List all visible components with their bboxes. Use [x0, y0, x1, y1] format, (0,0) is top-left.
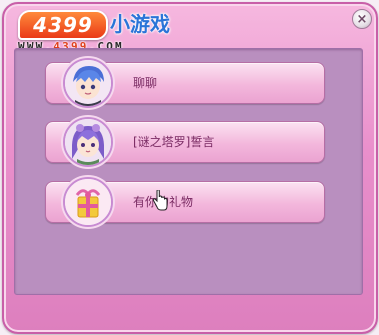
purple-hair-girl-icon [63, 117, 113, 167]
blue-hair-boy-icon [63, 58, 113, 108]
dialog-window: 4399 小游戏 WWW.4399.COM × 聊聊 [谜之塔罗]誓言 [2, 2, 378, 334]
options-panel: 聊聊 [谜之塔罗]誓言 [14, 48, 363, 295]
option-chat[interactable]: 聊聊 [45, 58, 325, 108]
hand-cursor-icon [152, 189, 168, 212]
option-label: [谜之塔罗]誓言 [133, 135, 215, 149]
option-tarot-vow[interactable]: [谜之塔罗]誓言 [45, 117, 325, 167]
option-gift[interactable]: 有你的礼物 [45, 177, 325, 227]
close-button[interactable]: × [352, 9, 372, 29]
close-icon: × [356, 11, 368, 27]
gift-box-icon [63, 177, 113, 227]
option-label: 聊聊 [133, 76, 158, 90]
brand-badge: 4399 [18, 10, 108, 40]
brand-name: 小游戏 [110, 12, 170, 36]
